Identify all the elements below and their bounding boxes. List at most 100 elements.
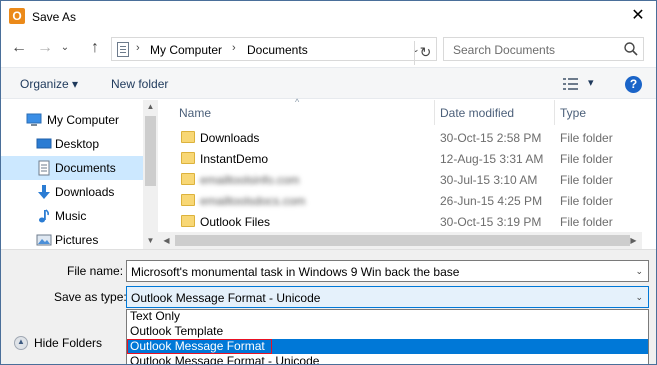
file-row[interactable]: emailtoolsinfo.com 30-Jul-15 3:10 AM Fil… <box>170 169 642 190</box>
file-type: File folder <box>560 173 613 187</box>
file-name: Downloads <box>200 131 260 145</box>
search-icon[interactable] <box>623 41 639 57</box>
navigation-pane: My Computer Desktop Documents Downloads <box>1 100 158 249</box>
scroll-left-icon[interactable]: ◀ <box>159 236 174 245</box>
file-name: InstantDemo <box>200 152 269 166</box>
folder-icon <box>181 152 195 164</box>
nav-item-music[interactable]: Music <box>1 204 143 228</box>
option-outlook-template[interactable]: Outlook Template <box>127 324 648 339</box>
nav-item-label: Pictures <box>55 233 99 247</box>
option-text-only[interactable]: Text Only <box>127 309 648 324</box>
nav-item-desktop[interactable]: Desktop <box>1 132 143 156</box>
recent-locations-icon[interactable]: ⌄ <box>59 38 71 58</box>
nav-item-downloads[interactable]: Downloads <box>1 180 143 204</box>
address-bar[interactable]: › My Computer › Documents ⌄ ↻ <box>111 37 437 65</box>
breadcrumb-documents[interactable]: Documents <box>247 43 308 57</box>
breadcrumb-separator: › <box>136 42 140 54</box>
forward-arrow-icon[interactable]: → <box>35 38 55 58</box>
view-dropdown-icon: ▾ <box>588 77 594 89</box>
file-type: File folder <box>560 152 613 166</box>
nav-scroll-thumb[interactable] <box>145 116 156 186</box>
folder-icon <box>181 215 195 227</box>
savetype-select[interactable]: Outlook Message Format - Unicode ⌄ <box>126 286 649 308</box>
scroll-right-icon[interactable]: ▶ <box>626 236 641 245</box>
refresh-icon[interactable]: ↻ <box>414 41 436 65</box>
filename-dropdown-icon[interactable]: ⌄ <box>635 266 643 277</box>
search-input[interactable]: Search Documents <box>443 37 644 61</box>
downloads-icon <box>38 185 50 199</box>
filename-value: Microsoft's monumental task in Windows 9… <box>131 265 460 279</box>
scroll-up-icon[interactable]: ▲ <box>143 102 158 111</box>
file-list-hscrollbar[interactable]: ◀ ▶ <box>158 232 642 249</box>
title-bar: O Save As ✕ <box>1 1 656 32</box>
column-header-date-modified[interactable]: Date modified <box>440 100 514 125</box>
nav-item-label: Desktop <box>55 137 100 151</box>
documents-icon <box>38 160 50 176</box>
option-outlook-message-format-unicode[interactable]: Outlook Message Format - Unicode <box>127 354 648 364</box>
file-date: 30-Jul-15 3:10 AM <box>440 173 538 187</box>
nav-item-label: Documents <box>55 161 116 175</box>
back-arrow-icon[interactable]: ← <box>9 38 29 58</box>
nav-item-label: My Computer <box>47 113 120 127</box>
column-header-type[interactable]: Type <box>560 100 586 125</box>
file-date: 30-Oct-15 3:19 PM <box>440 215 542 229</box>
file-row[interactable]: emailtoolsdocs.com 26-Jun-15 4:25 PM Fil… <box>170 190 642 211</box>
file-name: Outlook Files <box>200 215 271 229</box>
file-list: ^ Name Date modified Type Downloads 30-O… <box>158 97 656 249</box>
nav-item-documents[interactable]: Documents <box>1 156 143 180</box>
help-icon[interactable]: ? <box>625 76 642 93</box>
pictures-icon <box>36 234 52 246</box>
documents-location-icon <box>117 42 129 57</box>
savetype-options-list: Text Only Outlook Template Outlook Messa… <box>126 309 649 364</box>
filename-label: File name: <box>67 264 124 278</box>
folder-icon <box>181 173 195 185</box>
file-row[interactable]: Downloads 30-Oct-15 2:58 PM File folder <box>170 127 642 148</box>
nav-item-label: Downloads <box>55 185 115 199</box>
file-name: emailtoolsdocs.com <box>200 194 306 208</box>
details-view-icon <box>563 78 578 90</box>
scroll-down-icon[interactable]: ▼ <box>143 236 158 245</box>
breadcrumb-my-computer[interactable]: My Computer <box>150 43 222 57</box>
horizontal-scroll-thumb[interactable] <box>175 235 630 246</box>
breadcrumb-separator: › <box>232 42 236 54</box>
address-row: ← → ⌄ ↑ › My Computer › Documents ⌄ ↻ Se… <box>1 34 656 65</box>
option-outlook-message-format[interactable]: Outlook Message Format <box>127 339 272 354</box>
hide-folders-button[interactable]: ▲ Hide Folders <box>11 335 111 351</box>
computer-icon <box>26 113 42 126</box>
dialog-title: Save As <box>32 10 77 24</box>
chevron-up-icon: ▲ <box>14 336 28 350</box>
file-type: File folder <box>560 215 613 229</box>
file-type: File folder <box>560 194 613 208</box>
music-icon <box>39 209 50 223</box>
file-row[interactable]: InstantDemo 12-Aug-15 3:31 AM File folde… <box>170 148 642 169</box>
file-date: 30-Oct-15 2:58 PM <box>440 131 542 145</box>
filename-input[interactable]: Microsoft's monumental task in Windows 9… <box>126 260 649 282</box>
search-placeholder: Search Documents <box>453 43 556 57</box>
nav-pane-scrollbar[interactable]: ▲ ▼ <box>143 100 158 249</box>
file-name: emailtoolsinfo.com <box>200 173 300 187</box>
close-button[interactable]: ✕ <box>626 5 650 27</box>
change-view-button[interactable]: ▾ <box>562 76 598 92</box>
savetype-dropdown-icon[interactable]: ⌄ <box>635 292 643 303</box>
file-date: 12-Aug-15 3:31 AM <box>440 152 544 166</box>
column-divider[interactable] <box>554 100 555 125</box>
sort-indicator-icon: ^ <box>295 97 300 107</box>
folder-icon <box>181 194 195 206</box>
new-folder-button[interactable]: New folder <box>111 77 168 91</box>
save-as-dialog: O Save As ✕ ← → ⌄ ↑ › My Computer › Docu… <box>0 0 657 365</box>
file-date: 26-Jun-15 4:25 PM <box>440 194 543 208</box>
file-row[interactable]: Outlook Files 30-Oct-15 3:19 PM File fol… <box>170 211 642 232</box>
savetype-value: Outlook Message Format - Unicode <box>131 291 321 305</box>
column-header-name[interactable]: Name <box>179 100 211 125</box>
file-type: File folder <box>560 131 613 145</box>
hide-folders-label: Hide Folders <box>34 336 103 350</box>
column-divider[interactable] <box>434 100 435 125</box>
desktop-icon <box>36 138 52 149</box>
command-toolbar: Organize ▾ New folder ▾ ? <box>1 67 656 99</box>
nav-item-my-computer[interactable]: My Computer <box>1 108 143 132</box>
folder-icon <box>181 131 195 143</box>
outlook-app-icon: O <box>9 8 25 24</box>
organize-button[interactable]: Organize ▾ <box>20 77 78 91</box>
up-arrow-icon[interactable]: ↑ <box>85 38 105 58</box>
savetype-label: Save as type: <box>54 290 127 304</box>
